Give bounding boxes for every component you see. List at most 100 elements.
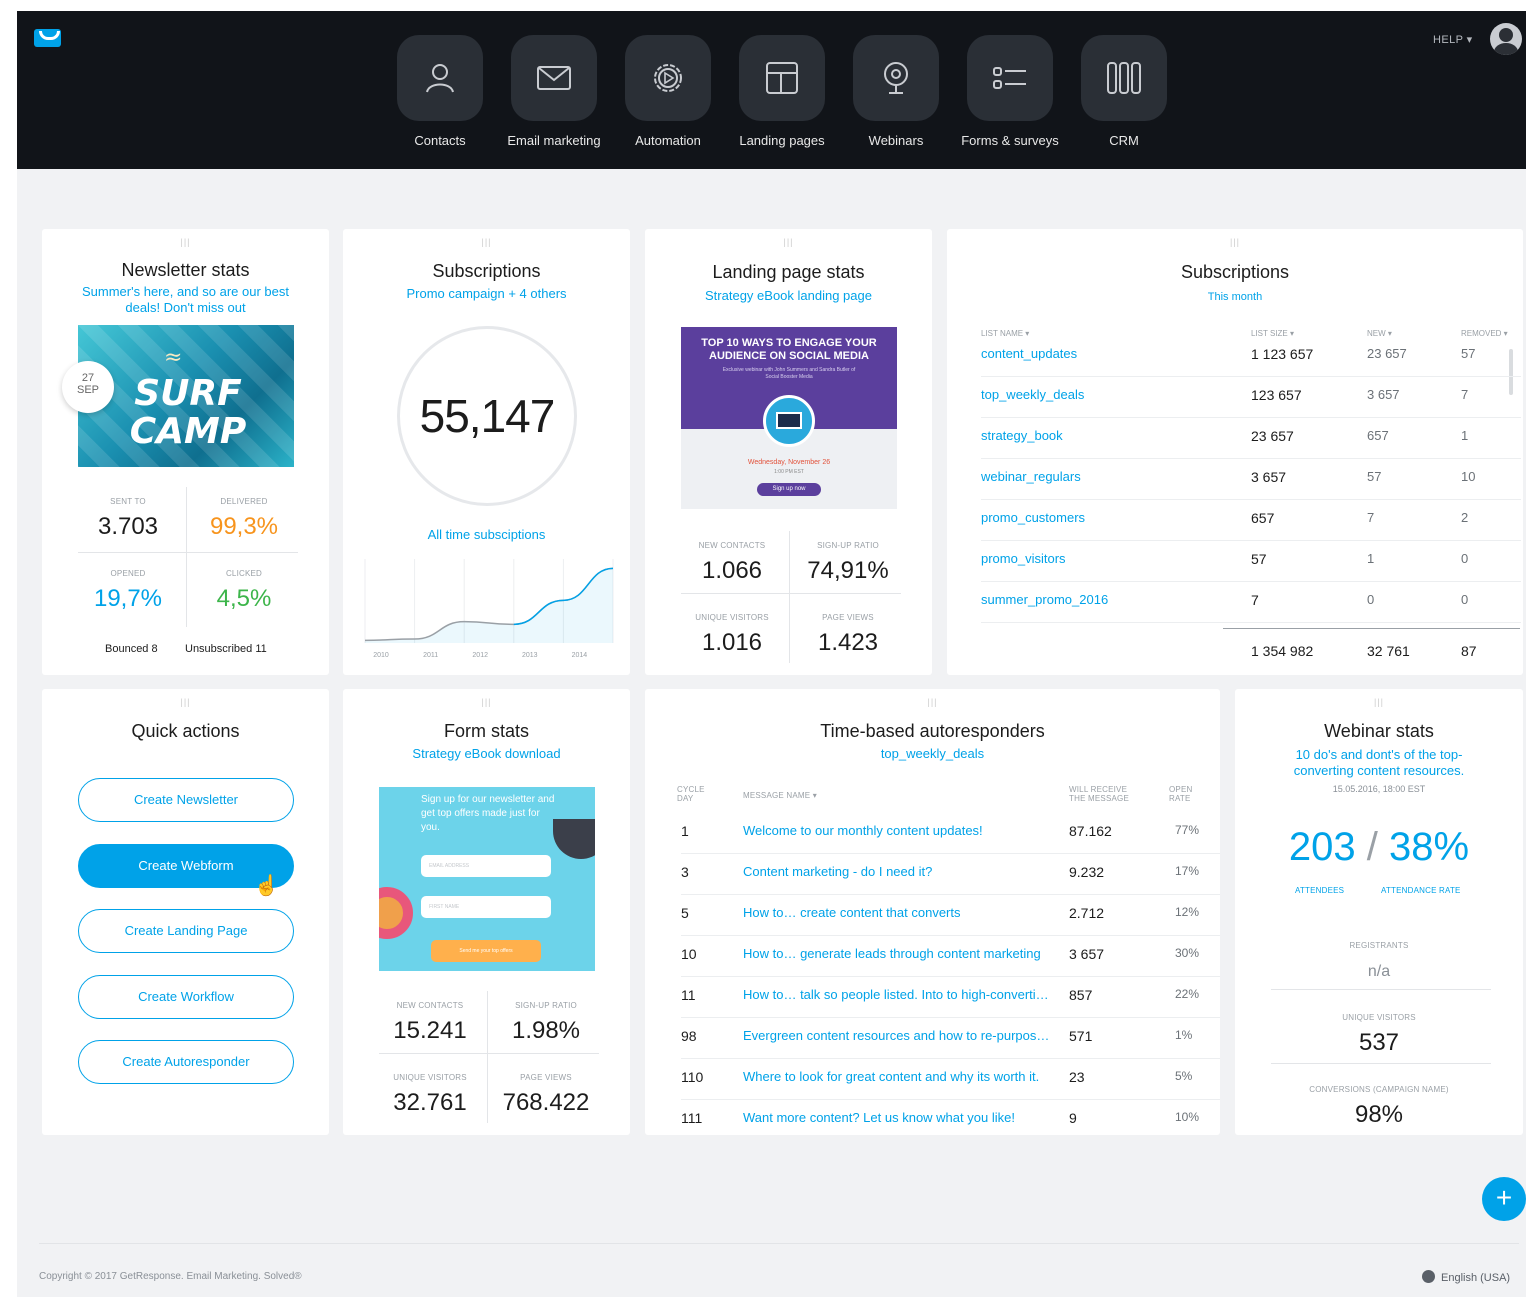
create-newsletter-button[interactable]: Create Newsletter: [78, 778, 294, 822]
card-subtitle[interactable]: top_weekly_deals: [645, 746, 1220, 762]
user-avatar[interactable]: [1490, 23, 1522, 55]
nav-label: Landing pages: [739, 133, 825, 148]
message-name-cell[interactable]: How to… create content that converts: [743, 905, 1065, 920]
nav-label: Automation: [635, 133, 701, 148]
nav-email-marketing[interactable]: Email marketing: [497, 35, 611, 148]
banner-signup-button[interactable]: Sign up now: [757, 483, 821, 496]
metric-value: 1.016: [701, 629, 763, 656]
drag-handle-icon[interactable]: |||: [481, 697, 491, 707]
nav-landing-pages[interactable]: Landing pages: [725, 35, 839, 148]
divider: [78, 552, 298, 553]
table-row[interactable]: summer_promo_2016 7 0 0: [981, 582, 1521, 623]
form-email-input[interactable]: EMAIL ADDRESS: [421, 855, 551, 877]
banner-subtitle: Exclusive webinar with John Summers and …: [722, 367, 856, 380]
add-widget-button[interactable]: +: [1482, 1177, 1526, 1221]
help-menu[interactable]: HELP ▾: [1433, 33, 1473, 46]
form-preview[interactable]: Sign up for our newsletter and get top o…: [379, 787, 595, 971]
nav-automation[interactable]: Automation: [611, 35, 725, 148]
create-landing-page-button[interactable]: Create Landing Page: [78, 909, 294, 953]
column-header-will-receive[interactable]: WILL RECEIVE THE MESSAGE: [1069, 785, 1143, 803]
new-cell: 23 657: [1367, 346, 1407, 361]
column-header-open-rate[interactable]: OPEN RATE: [1169, 785, 1199, 803]
metric-label: OPENED: [110, 569, 146, 578]
list-name-cell[interactable]: strategy_book: [981, 428, 1063, 443]
table-row[interactable]: 5 How to… create content that converts 2.7…: [681, 895, 1220, 936]
column-header-cycle-day[interactable]: CYCLE DAY: [677, 785, 707, 803]
message-name-cell[interactable]: Content marketing - do I need it?: [743, 864, 1065, 879]
table-row[interactable]: 1 Welcome to our monthly content updates!…: [681, 813, 1220, 854]
metric-label: DELIVERED: [220, 497, 268, 506]
card-subtitle[interactable]: Strategy eBook download: [343, 746, 630, 762]
drag-handle-icon[interactable]: |||: [180, 237, 190, 247]
webcam-icon: [884, 62, 908, 94]
drag-handle-icon[interactable]: |||: [481, 237, 491, 247]
language-selector[interactable]: English (USA): [1422, 1270, 1510, 1284]
message-name-cell[interactable]: How to… generate leads through content m…: [743, 946, 1065, 961]
recipients-cell: 23: [1069, 1069, 1085, 1085]
cycle-day-cell: 10: [681, 946, 697, 962]
conversions-metric: CONVERSIONS (CAMPAIGN NAME) 98%: [1271, 1079, 1487, 1129]
nav-webinars[interactable]: Webinars: [839, 35, 953, 148]
list-name-cell[interactable]: content_updates: [981, 346, 1077, 361]
table-row[interactable]: top_weekly_deals 123 657 3 657 7: [981, 377, 1521, 418]
open-rate-cell: 30%: [1175, 946, 1200, 960]
card-subtitle[interactable]: Summer's here, and so are our best deals…: [42, 284, 329, 316]
form-new-contacts-metric: NEW CONTACTS 15.241: [379, 995, 481, 1045]
list-name-cell[interactable]: webinar_regulars: [981, 469, 1081, 484]
table-row[interactable]: 110 Where to look for great content and w…: [681, 1059, 1220, 1100]
recipients-cell: 3 657: [1069, 946, 1105, 962]
table-row[interactable]: 98 Evergreen content resources and how to…: [681, 1018, 1220, 1059]
nav-crm[interactable]: CRM: [1067, 35, 1181, 148]
form-name-input[interactable]: FIRST NAME: [421, 896, 551, 918]
card-subtitle[interactable]: This month: [947, 289, 1523, 305]
create-workflow-button[interactable]: Create Workflow: [78, 975, 294, 1019]
webinar-unique-visitors-metric: UNIQUE VISITORS 537: [1271, 1007, 1487, 1057]
totals-divider: [1223, 628, 1520, 629]
total-removed: 87: [1461, 643, 1477, 659]
landing-page-preview[interactable]: TOP 10 WAYS TO ENGAGE YOUR AUDIENCE ON S…: [681, 327, 897, 509]
list-name-cell[interactable]: promo_visitors: [981, 551, 1066, 566]
message-name-cell[interactable]: Welcome to our monthly content updates!: [743, 823, 1065, 838]
list-size-cell: 3 657: [1251, 469, 1287, 485]
card-subtitle[interactable]: 10 do's and dont's of the top-converting…: [1235, 747, 1523, 779]
nav-contacts[interactable]: Contacts: [383, 35, 497, 148]
new-cell: 657: [1367, 428, 1389, 443]
table-row[interactable]: 11 How to… talk so people listed. Into to…: [681, 977, 1220, 1018]
list-name-cell[interactable]: summer_promo_2016: [981, 592, 1108, 607]
message-name-cell[interactable]: Evergreen content resources and how to r…: [743, 1028, 1065, 1043]
table-row[interactable]: promo_customers 657 7 2: [981, 500, 1521, 541]
card-subtitle[interactable]: Strategy eBook landing page: [645, 288, 932, 304]
open-rate-cell: 17%: [1175, 864, 1200, 878]
app-frame: Contacts Email marketing Automation Land…: [17, 11, 1526, 1297]
table-row[interactable]: webinar_regulars 3 657 57 10: [981, 459, 1521, 500]
list-name-cell[interactable]: promo_customers: [981, 510, 1085, 525]
drag-handle-icon[interactable]: |||: [1374, 697, 1384, 707]
card-title: Webinar stats: [1324, 721, 1434, 741]
donut-illustration-icon: [379, 887, 413, 939]
create-autoresponder-button[interactable]: Create Autoresponder: [78, 1040, 294, 1084]
table-row[interactable]: promo_visitors 57 1 0: [981, 541, 1521, 582]
nav-forms-surveys[interactable]: Forms & surveys: [953, 35, 1067, 148]
drag-handle-icon[interactable]: |||: [180, 697, 190, 707]
message-name-cell[interactable]: Want more content? Let us know what you …: [743, 1110, 1065, 1125]
message-name-cell[interactable]: How to… talk so people listed. Into to h…: [743, 987, 1065, 1002]
autoresponders-card: ||| Time-based autoresponders top_weekly…: [645, 689, 1220, 1135]
card-subtitle[interactable]: Promo campaign + 4 others: [343, 286, 630, 302]
message-name-cell[interactable]: Where to look for great content and why …: [743, 1069, 1065, 1084]
getresponse-logo-icon[interactable]: [34, 29, 61, 47]
list-name-cell[interactable]: top_weekly_deals: [981, 387, 1084, 402]
metric-value: 4,5%: [216, 585, 272, 612]
table-row[interactable]: strategy_book 23 657 657 1: [981, 418, 1521, 459]
form-signup-ratio-metric: SIGN-UP RATIO 1.98%: [495, 995, 597, 1045]
drag-handle-icon[interactable]: |||: [1230, 237, 1240, 247]
table-row[interactable]: content_updates 1 123 657 23 657 57: [981, 336, 1521, 377]
drag-handle-icon[interactable]: |||: [783, 237, 793, 247]
table-row[interactable]: 10 How to… generate leads through content…: [681, 936, 1220, 977]
table-row[interactable]: 111 Want more content? Let us know what y…: [681, 1100, 1220, 1135]
drag-handle-icon[interactable]: |||: [927, 697, 937, 707]
form-submit-button[interactable]: Send me your top offers: [431, 940, 541, 962]
column-header-message-name[interactable]: MESSAGE NAME ▾: [743, 791, 817, 800]
table-row[interactable]: 3 Content marketing - do I need it? 9.232 1…: [681, 854, 1220, 895]
top-navigation-bar: Contacts Email marketing Automation Land…: [17, 11, 1526, 169]
card-title: Quick actions: [131, 721, 240, 741]
